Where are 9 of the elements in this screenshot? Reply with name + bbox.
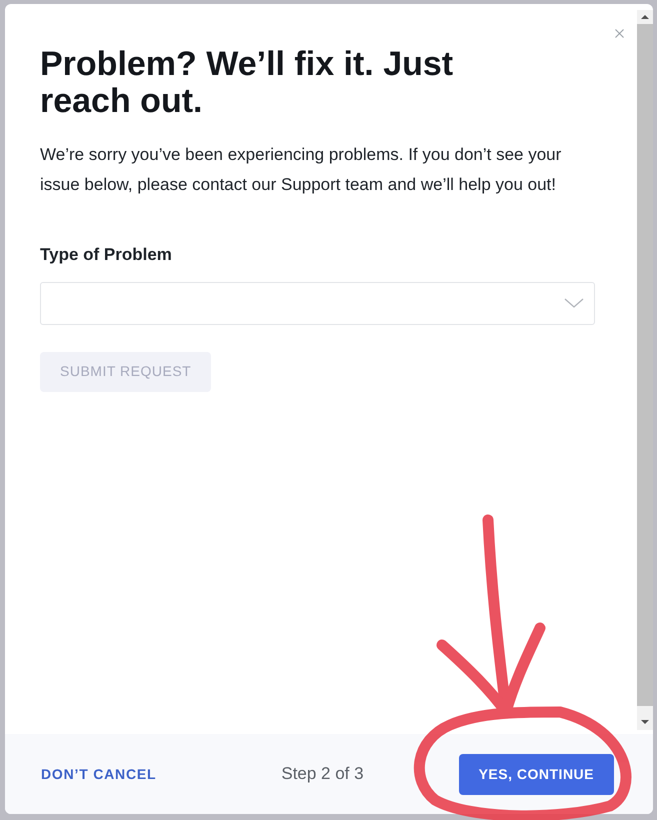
- scroll-up-arrow-icon[interactable]: [641, 15, 649, 19]
- step-indicator: Step 2 of 3: [281, 763, 364, 786]
- continue-button[interactable]: YES, CONTINUE: [458, 754, 614, 794]
- chevron-down-icon: [564, 298, 584, 308]
- dialog-message: We’re sorry you’ve been experiencing problems. If you don’t see your issue below, please contact our Support team and we’ll help you out!: [40, 144, 562, 196]
- dont-cancel-button[interactable]: DON’T CANCEL: [41, 764, 156, 784]
- scroll-down-arrow-icon[interactable]: [641, 720, 649, 724]
- dialog-title: Problem? We’ll fix it. Just reach out.: [40, 46, 454, 120]
- field-label: Type of Problem: [40, 244, 173, 266]
